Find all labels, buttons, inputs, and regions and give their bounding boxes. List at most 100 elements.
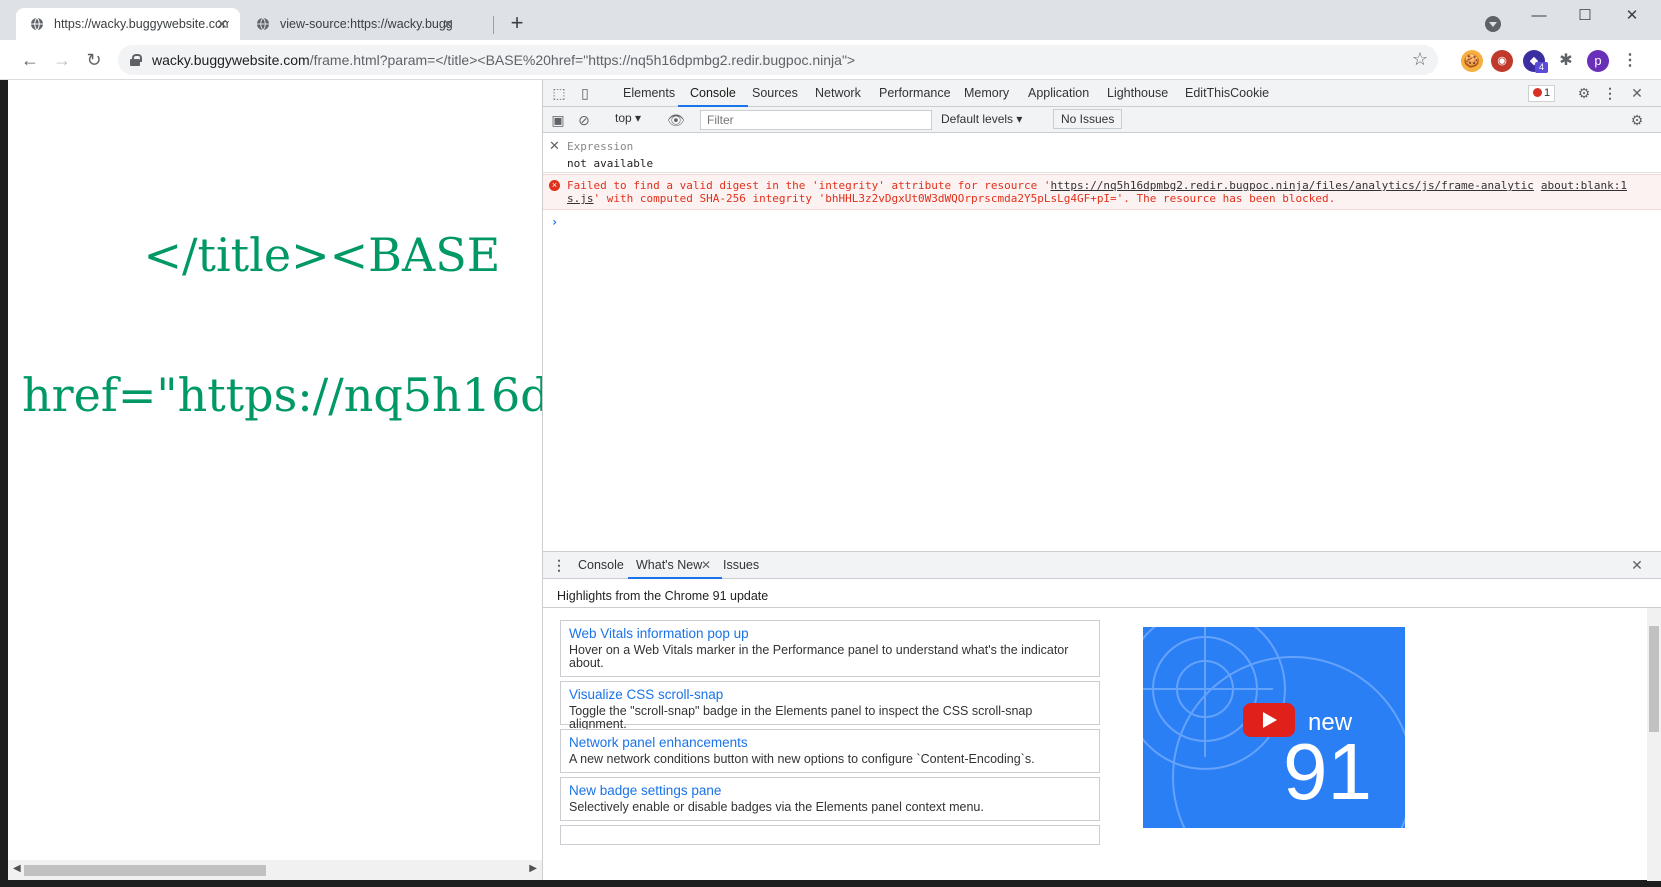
tab-view-source[interactable]: view-source:https://wacky.buggywebsite.c… — [242, 8, 466, 40]
console-prompt[interactable]: › — [551, 215, 558, 229]
feature-title[interactable]: Visualize CSS scroll-snap — [569, 687, 1091, 702]
expression-label[interactable]: Expression — [567, 140, 633, 153]
issues-button[interactable]: No Issues — [1053, 109, 1123, 129]
drawer-tabbar: ⋮ Console What's New ✕ Issues ✕ — [543, 551, 1661, 579]
close-drawer-icon[interactable]: ✕ — [1629, 557, 1645, 573]
log-levels-select[interactable]: Default levels ▾ — [941, 112, 1022, 126]
feature-card[interactable]: Web Vitals information pop up Hover on a… — [560, 620, 1100, 677]
reload-icon[interactable]: ↻ — [82, 49, 106, 71]
feature-card[interactable]: New badge settings pane Selectively enab… — [560, 777, 1100, 821]
browser-window: https://wacky.buggywebsite.com/frame.htm… — [0, 0, 1661, 887]
heading-line-1: </title><BASE — [143, 228, 501, 282]
scrollbar-thumb[interactable] — [24, 865, 266, 876]
tab-editthiscookie[interactable]: EditThisCookie — [1185, 80, 1269, 107]
sidebar-toggle-icon[interactable]: ▣ — [550, 112, 566, 128]
feature-desc: A new network conditions button with new… — [569, 752, 1035, 766]
tab-application[interactable]: Application — [1028, 80, 1089, 107]
tab-console[interactable]: Console — [678, 80, 748, 107]
expression-value: not available — [567, 157, 654, 170]
devtools-tabbar: ⬚ ▯ Elements Console Sources Network Per… — [543, 80, 1661, 107]
tab-separator — [493, 16, 494, 34]
scroll-left-icon[interactable]: ◀ — [13, 863, 21, 874]
console-toolbar: ▣ ⊘ top ▾ 👁 Filter Default levels ▾ No I… — [543, 107, 1661, 133]
drawer-tab-issues[interactable]: Issues — [723, 552, 759, 579]
url-text[interactable]: wacky.buggywebsite.com/frame.html?param=… — [152, 52, 855, 68]
error-source-link[interactable]: about:blank:1 — [1541, 179, 1627, 192]
tab-memory[interactable]: Memory — [964, 80, 1009, 107]
error-dot-icon — [1533, 88, 1542, 97]
feature-card[interactable]: Network panel enhancements A new network… — [560, 729, 1100, 773]
resource-link-end[interactable]: s.js — [567, 192, 594, 205]
tab-lighthouse[interactable]: Lighthouse — [1107, 80, 1168, 107]
tab-title: view-source:https://wacky.buggywebsite.c… — [280, 17, 452, 31]
bookmark-star-icon[interactable]: ☆ — [1412, 49, 1428, 70]
tab-frame[interactable]: https://wacky.buggywebsite.com/frame.htm… — [16, 8, 240, 40]
error-icon: × — [549, 180, 560, 191]
url-path: /frame.html?param=</title><BASE%20href="… — [309, 52, 856, 68]
levels-value: Default levels — [941, 112, 1014, 126]
forward-arrow-icon[interactable]: → — [50, 49, 74, 71]
close-window-icon[interactable]: ✕ — [1620, 6, 1644, 26]
console-error-message: × Failed to find a valid digest in the '… — [543, 174, 1661, 210]
new-tab-button[interactable]: + — [506, 12, 528, 34]
drawer-scrollbar-thumb[interactable] — [1649, 626, 1659, 732]
feature-title[interactable]: Network panel enhancements — [569, 735, 1091, 750]
tab-network[interactable]: Network — [815, 80, 861, 107]
tab-strip: https://wacky.buggywebsite.com/frame.htm… — [0, 0, 1661, 40]
drawer-tab-console[interactable]: Console — [578, 552, 624, 579]
feature-title[interactable]: Web Vitals information pop up — [569, 626, 1091, 641]
live-expression-eye-icon[interactable]: 👁 — [667, 112, 685, 128]
feature-card[interactable]: Visualize CSS scroll-snap Toggle the "sc… — [560, 681, 1100, 731]
filter-input[interactable]: Filter — [700, 110, 932, 130]
globe-icon — [31, 17, 43, 31]
play-icon — [1263, 712, 1277, 728]
settings-gear-icon[interactable]: ⚙ — [1576, 85, 1592, 101]
video-version-number: 91 — [1283, 727, 1372, 816]
close-whats-new-icon[interactable]: ✕ — [698, 557, 714, 573]
error-count: 1 — [1544, 87, 1551, 99]
close-tab-icon[interactable]: ✕ — [440, 16, 456, 32]
red-extension-icon[interactable]: ◉ — [1491, 50, 1513, 72]
close-tab-icon[interactable]: ✕ — [214, 16, 230, 32]
feature-card[interactable] — [560, 825, 1100, 845]
browser-menu-icon[interactable]: ⋮ — [1619, 50, 1641, 72]
address-bar[interactable]: wacky.buggywebsite.com/frame.html?param=… — [118, 45, 1438, 75]
drawer-tab-whats-new[interactable]: What's New — [627, 552, 723, 579]
puzzle-extensions-icon[interactable]: ✱ — [1555, 50, 1577, 72]
drawer-menu-icon[interactable]: ⋮ — [551, 557, 567, 573]
minimize-icon[interactable]: — — [1527, 6, 1551, 26]
device-toolbar-icon[interactable]: ▯ — [577, 85, 593, 101]
clear-console-icon[interactable]: ⊘ — [576, 112, 592, 128]
tab-elements[interactable]: Elements — [623, 80, 675, 107]
console-settings-icon[interactable]: ⚙ — [1629, 112, 1645, 128]
close-devtools-icon[interactable]: ✕ — [1629, 85, 1645, 101]
maximize-icon[interactable]: ☐ — [1573, 6, 1597, 26]
more-options-icon[interactable]: ⋮ — [1602, 85, 1618, 101]
remove-expression-icon[interactable]: ✕ — [549, 138, 560, 154]
resource-link[interactable]: https://nq5h16dpmbg2.redir.bugpoc.ninja/… — [1050, 179, 1533, 192]
inspect-element-icon[interactable]: ⬚ — [551, 85, 567, 101]
tab-search-icon[interactable] — [1485, 16, 1501, 32]
page-viewport: </title><BASE href="https://nq5h16d — [8, 80, 542, 880]
horizontal-scrollbar[interactable]: ◀ ▶ — [8, 860, 542, 880]
heading-line-2: href="https://nq5h16d — [22, 368, 542, 422]
lock-icon[interactable] — [130, 54, 142, 66]
error-line-1: Failed to find a valid digest in the 'in… — [567, 179, 1534, 192]
whats-new-video[interactable]: new 91 — [1143, 627, 1405, 828]
extension-badge: 4 — [1535, 62, 1548, 73]
devtools-panel: ⬚ ▯ Elements Console Sources Network Per… — [542, 80, 1661, 881]
browser-toolbar: ← → ↻ wacky.buggywebsite.com/frame.html?… — [0, 40, 1661, 80]
back-arrow-icon[interactable]: ← — [18, 49, 42, 71]
profile-avatar[interactable]: p — [1587, 50, 1609, 72]
error-count-badge[interactable]: 1 — [1528, 85, 1556, 102]
feature-title[interactable]: New badge settings pane — [569, 783, 1091, 798]
console-output: ✕ Expression not available × Failed to f… — [543, 133, 1661, 667]
url-host: wacky.buggywebsite.com — [152, 52, 310, 68]
feature-desc: Toggle the "scroll-snap" badge in the El… — [569, 704, 1033, 731]
context-select[interactable]: top ▾ — [615, 111, 641, 125]
tab-sources[interactable]: Sources — [752, 80, 798, 107]
drawer-scrollbar[interactable] — [1647, 608, 1661, 881]
tab-performance[interactable]: Performance — [879, 80, 951, 107]
cookie-extension-icon[interactable]: 🍪 — [1461, 50, 1483, 72]
scroll-right-icon[interactable]: ▶ — [529, 863, 537, 874]
